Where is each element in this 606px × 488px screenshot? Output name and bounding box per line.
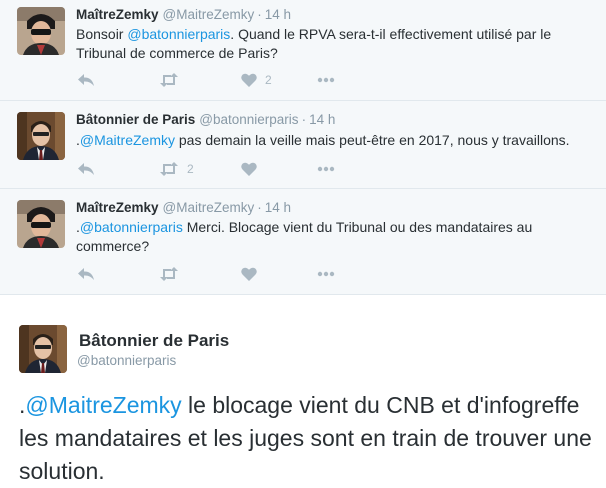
tweet-timestamp[interactable]: 14 h bbox=[265, 7, 291, 22]
tweet-header: MaîtreZemky @MaitreZemky · 14 h bbox=[76, 7, 291, 22]
reply-tweet[interactable]: Bâtonnier de Paris @batonnierparis · 14 h .… bbox=[0, 101, 606, 189]
retweet-icon bbox=[160, 73, 178, 87]
author-name[interactable]: Bâtonnier de Paris bbox=[79, 331, 229, 351]
text-prefix: Bonsoir bbox=[76, 26, 128, 42]
heart-icon bbox=[241, 73, 257, 87]
retweet-button[interactable]: 2 bbox=[159, 162, 194, 176]
separator-dot: · bbox=[301, 112, 307, 127]
tweet-header: Bâtonnier de Paris @batonnierparis · 14 h bbox=[76, 112, 335, 127]
reply-tweet[interactable]: MaîtreZemky @MaitreZemky · 14 h .@batonnier… bbox=[0, 189, 606, 295]
tweet-text: .@batonnierparis Merci. Blocage vient du… bbox=[76, 218, 546, 256]
tweet-text: .@MaitreZemky le blocage vient du CNB et… bbox=[19, 389, 594, 488]
retweet-button[interactable] bbox=[159, 73, 187, 87]
author-handle[interactable]: @MaitreZemky bbox=[163, 7, 255, 22]
avatar-maitrezemky[interactable] bbox=[17, 200, 65, 248]
retweet-icon bbox=[160, 162, 178, 176]
author-name[interactable]: Bâtonnier de Paris bbox=[76, 112, 195, 127]
author-handle[interactable]: @batonnierparis bbox=[77, 353, 176, 368]
tweet-header: MaîtreZemky @MaitreZemky · 14 h bbox=[76, 200, 291, 215]
avatar-batonnierparis[interactable] bbox=[19, 325, 67, 373]
main-tweet: Bâtonnier de Paris @batonnierparis .@Mai… bbox=[0, 295, 606, 486]
heart-icon bbox=[241, 267, 257, 281]
reply-button[interactable] bbox=[77, 162, 95, 176]
author-handle[interactable]: @MaitreZemky bbox=[163, 200, 255, 215]
avatar-maitrezemky[interactable] bbox=[17, 7, 65, 55]
reply-icon bbox=[78, 268, 94, 280]
reply-icon bbox=[78, 74, 94, 86]
reply-button[interactable] bbox=[77, 73, 95, 87]
tweet-text: .@MaitreZemky pas demain la veille mais … bbox=[76, 131, 586, 150]
tweet-text: Bonsoir @batonnierparis. Quand le RPVA s… bbox=[76, 25, 586, 63]
separator-dot: · bbox=[257, 200, 262, 215]
mention-link[interactable]: @MaitreZemky bbox=[80, 132, 175, 148]
retweet-icon bbox=[160, 267, 178, 281]
like-count: 2 bbox=[265, 73, 272, 87]
author-name[interactable]: MaîtreZemky bbox=[76, 200, 159, 215]
more-icon bbox=[317, 77, 335, 83]
mention-link[interactable]: @batonnierparis bbox=[127, 26, 230, 42]
more-button[interactable] bbox=[317, 166, 335, 172]
tweet-timestamp[interactable]: 14 h bbox=[265, 200, 291, 215]
more-button[interactable] bbox=[317, 271, 335, 277]
separator-dot: · bbox=[257, 7, 262, 22]
conversation-thread: MaîtreZemky @MaitreZemky · 14 h Bonsoir @ba… bbox=[0, 0, 606, 295]
tweet-timestamp[interactable]: 14 h bbox=[309, 112, 335, 127]
author-name[interactable]: MaîtreZemky bbox=[76, 7, 159, 22]
retweet-count: 2 bbox=[187, 162, 194, 176]
more-icon bbox=[317, 271, 335, 277]
like-button[interactable]: 2 bbox=[241, 73, 272, 87]
heart-icon bbox=[241, 162, 257, 176]
retweet-button[interactable] bbox=[159, 267, 187, 281]
reply-button[interactable] bbox=[77, 267, 95, 281]
more-button[interactable] bbox=[317, 77, 335, 83]
mention-link[interactable]: @MaitreZemky bbox=[25, 392, 181, 418]
like-button[interactable] bbox=[241, 267, 265, 281]
like-button[interactable] bbox=[241, 162, 265, 176]
mention-link[interactable]: @batonnierparis bbox=[80, 219, 183, 235]
reply-icon bbox=[78, 163, 94, 175]
reply-tweet[interactable]: MaîtreZemky @MaitreZemky · 14 h Bonsoir @ba… bbox=[0, 0, 606, 101]
more-icon bbox=[317, 166, 335, 172]
text-body: pas demain la veille mais peut-être en 2… bbox=[175, 132, 570, 148]
author-handle[interactable]: @batonnierparis bbox=[199, 112, 298, 127]
avatar-batonnierparis[interactable] bbox=[17, 112, 65, 160]
